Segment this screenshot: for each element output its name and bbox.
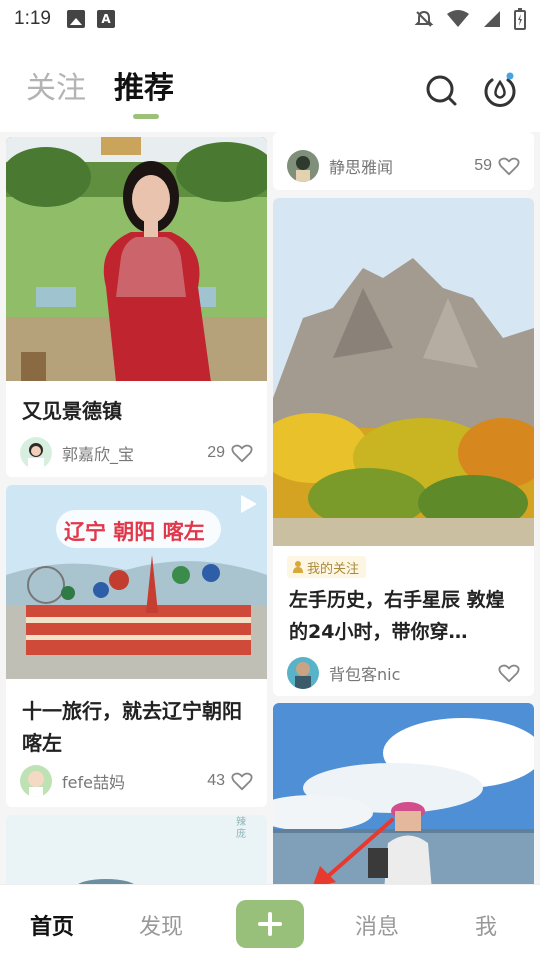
card-photo bbox=[273, 703, 534, 884]
like-count: 43 bbox=[207, 772, 225, 789]
avatar[interactable] bbox=[287, 657, 319, 689]
card-photo bbox=[6, 485, 267, 679]
video-cover-text: 辽宁 朝阳 喀左 bbox=[64, 520, 205, 544]
heart-icon[interactable] bbox=[231, 771, 253, 791]
heart-icon[interactable] bbox=[231, 443, 253, 463]
app-screen: 1:19 A 关注 推荐 又见景德镇 郭嘉欣_宝 29 辽宁 朝阳 喀左 十一旅… bbox=[0, 0, 540, 960]
avatar[interactable] bbox=[287, 150, 319, 182]
like-count: 29 bbox=[207, 444, 225, 461]
card-meta: 静思雅闻 59 bbox=[287, 149, 520, 183]
bell-off-icon bbox=[414, 10, 434, 27]
nav-home[interactable]: 首页 bbox=[22, 909, 82, 941]
partial-cover-text: 辣 庞 bbox=[236, 817, 246, 840]
wifi-icon bbox=[447, 10, 469, 27]
like-count: 59 bbox=[474, 157, 492, 174]
battery-icon bbox=[514, 8, 526, 30]
card-meta: 郭嘉欣_宝 29 bbox=[20, 436, 253, 470]
heart-icon[interactable] bbox=[498, 156, 520, 176]
play-icon bbox=[241, 495, 257, 513]
nav-me[interactable]: 我 bbox=[456, 909, 516, 941]
card-meta: fefe喆妈 43 bbox=[20, 764, 253, 798]
avatar[interactable] bbox=[20, 765, 52, 797]
nav-discover[interactable]: 发现 bbox=[131, 909, 191, 941]
search-icon[interactable] bbox=[422, 70, 462, 110]
top-header: 关注 推荐 bbox=[0, 38, 540, 132]
card-photo bbox=[273, 198, 534, 546]
feed-card[interactable]: 又见景德镇 郭嘉欣_宝 29 bbox=[6, 137, 267, 477]
bottom-nav: 首页 发现 消息 我 bbox=[0, 884, 540, 960]
card-title: 又见景德镇 bbox=[22, 399, 122, 423]
feed-card[interactable]: 辽宁 朝阳 喀左 十一旅行，就去辽宁朝阳喀左 fefe喆妈 43 bbox=[6, 485, 267, 807]
image-icon bbox=[66, 10, 85, 28]
author-name[interactable]: 背包客nic bbox=[329, 661, 492, 685]
signal-icon bbox=[484, 11, 500, 27]
author-name[interactable]: fefe喆妈 bbox=[62, 769, 207, 793]
avatar[interactable] bbox=[20, 437, 52, 469]
nav-messages[interactable]: 消息 bbox=[347, 909, 407, 941]
heart-icon[interactable] bbox=[498, 663, 520, 683]
card-title: 十一旅行，就去辽宁朝阳喀左 bbox=[22, 699, 242, 755]
status-time: 1:19 bbox=[14, 8, 51, 29]
card-photo bbox=[6, 137, 267, 381]
feed-card[interactable] bbox=[273, 703, 534, 884]
add-post-button[interactable] bbox=[236, 900, 304, 948]
person-icon bbox=[293, 561, 303, 573]
badge-label: 我的关注 bbox=[307, 561, 360, 577]
active-tab-indicator bbox=[133, 114, 159, 119]
text-a-icon: A bbox=[96, 10, 115, 28]
status-bar: 1:19 A bbox=[0, 0, 540, 38]
card-meta: 背包客nic bbox=[287, 656, 520, 690]
tab-recommend[interactable]: 推荐 bbox=[114, 70, 174, 108]
author-name[interactable]: 郭嘉欣_宝 bbox=[62, 441, 207, 465]
feed-card[interactable]: 我的关注 左手历史，右手星辰 敦煌的24小时，带你穿… 背包客nic bbox=[273, 198, 534, 696]
card-photo bbox=[6, 815, 267, 884]
feed-card[interactable]: 辣 庞 bbox=[6, 815, 267, 884]
tab-follow[interactable]: 关注 bbox=[26, 70, 86, 108]
author-name[interactable]: 静思雅闻 bbox=[329, 154, 474, 178]
feed[interactable]: 又见景德镇 郭嘉欣_宝 29 辽宁 朝阳 喀左 十一旅行，就去辽宁朝阳喀左 fe… bbox=[0, 132, 540, 884]
card-title: 左手历史，右手星辰 敦煌的24小时，带你穿… bbox=[289, 589, 505, 643]
feed-card[interactable]: 静思雅闻 59 bbox=[273, 132, 534, 190]
following-badge: 我的关注 bbox=[287, 556, 367, 578]
water-drop-icon[interactable] bbox=[480, 70, 520, 110]
